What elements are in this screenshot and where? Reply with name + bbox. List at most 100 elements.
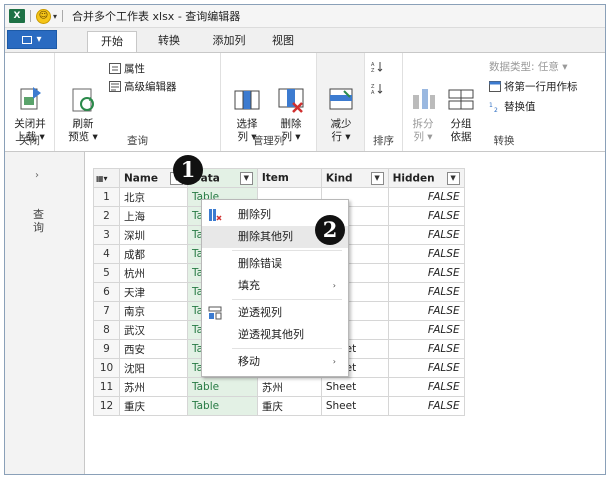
hidden-cell[interactable]: FALSE: [387, 206, 465, 226]
unpivot-icon: [208, 306, 222, 320]
name-cell[interactable]: 武汉: [119, 320, 188, 340]
name-cell[interactable]: 深圳: [119, 225, 188, 245]
remove-columns-button[interactable]: 删除 列 ▾: [271, 59, 311, 144]
advanced-editor-icon: [109, 81, 121, 92]
sort-ascending-button[interactable]: AZ: [371, 61, 386, 74]
reduce-rows-button[interactable]: 减少 行 ▾: [321, 59, 361, 144]
data-type-label: 数据类型: 任意 ▾: [489, 61, 568, 73]
menu-label: 移动: [238, 355, 260, 368]
menu-item-fill[interactable]: 填充 ›: [202, 275, 348, 297]
menu-label: 删除列: [238, 208, 271, 221]
smiley-feedback-icon[interactable]: ☺: [36, 8, 51, 24]
row-number-cell[interactable]: 9: [93, 339, 120, 359]
hidden-cell[interactable]: FALSE: [387, 301, 465, 321]
hidden-cell[interactable]: FALSE: [387, 339, 465, 359]
use-first-row-button[interactable]: 将第一行用作标: [489, 79, 578, 94]
column-header-item[interactable]: Item: [256, 168, 322, 188]
row-number-cell[interactable]: 6: [93, 282, 120, 302]
row-number-cell[interactable]: 12: [93, 396, 120, 416]
tab-view[interactable]: 视图: [263, 31, 303, 52]
row-number-cell[interactable]: 10: [93, 358, 120, 378]
hidden-cell[interactable]: FALSE: [387, 263, 465, 283]
close-and-load-button[interactable]: 关闭并 上载 ▾: [7, 59, 53, 144]
column-header-kind[interactable]: Kind ▼: [320, 168, 389, 188]
query-editor-window: X ☺ ▾ 合并多个工作表 xlsx - 查询编辑器 ▾ 开始 转换 添加列 视…: [4, 4, 606, 475]
name-cell[interactable]: 北京: [119, 187, 188, 207]
item-cell[interactable]: 重庆: [256, 396, 322, 416]
hidden-cell[interactable]: FALSE: [387, 225, 465, 245]
tab-add-column[interactable]: 添加列: [201, 31, 257, 52]
data-type-dropdown[interactable]: 数据类型: 任意 ▾: [489, 59, 567, 74]
name-cell[interactable]: 苏州: [119, 377, 188, 397]
row-number-cell[interactable]: 1: [93, 187, 120, 207]
name-cell[interactable]: 成都: [119, 244, 188, 264]
row-number-cell[interactable]: 7: [93, 301, 120, 321]
replace-values-button[interactable]: 12 替换值: [489, 99, 536, 114]
name-cell[interactable]: 杭州: [119, 263, 188, 283]
table-row[interactable]: 12 重庆 Table 重庆 Sheet FALSE: [93, 396, 465, 416]
group-query: 刷新 预览 ▾ 属性 高级编辑器 查询: [55, 53, 221, 151]
group-transform-label: 转换: [493, 135, 515, 147]
group-by-button[interactable]: 分组 依据: [443, 59, 479, 144]
group-by-icon: [446, 72, 476, 110]
kind-cell[interactable]: Sheet: [320, 377, 389, 397]
name-cell[interactable]: 南京: [119, 301, 188, 321]
name-cell[interactable]: 西安: [119, 339, 188, 359]
name-cell[interactable]: 天津: [119, 282, 188, 302]
row-number-cell[interactable]: 11: [93, 377, 120, 397]
row-number-cell[interactable]: 8: [93, 320, 120, 340]
refresh-preview-button[interactable]: 刷新 预览 ▾: [63, 59, 103, 144]
advanced-editor-button[interactable]: 高级编辑器: [109, 79, 177, 94]
column-header-hidden[interactable]: Hidden ▼: [387, 168, 465, 188]
tab-transform[interactable]: 转换: [147, 31, 191, 52]
menu-item-unpivot-other-columns[interactable]: 逆透视其他列: [202, 324, 348, 346]
sort-descending-button[interactable]: ZA: [371, 83, 386, 96]
file-tab[interactable]: ▾: [7, 30, 57, 49]
hidden-cell[interactable]: FALSE: [387, 187, 465, 207]
filter-dropdown-icon[interactable]: ▼: [370, 171, 384, 185]
group-manage-columns: 选择 列 ▾ 删除 列 ▾ 管理列: [221, 53, 317, 151]
name-cell[interactable]: 上海: [119, 206, 188, 226]
kind-cell[interactable]: Sheet: [320, 396, 389, 416]
group-reduce-rows: 减少 行 ▾: [317, 53, 365, 151]
menu-item-remove-errors[interactable]: 删除错误: [202, 253, 348, 275]
queries-pane: › 查询: [5, 152, 85, 474]
step-badge-two: 2: [315, 215, 345, 245]
tab-home[interactable]: 开始: [87, 31, 137, 52]
choose-columns-button[interactable]: 选择 列 ▾: [227, 59, 267, 144]
menu-item-unpivot-columns[interactable]: 逆透视列: [202, 302, 348, 324]
hidden-cell[interactable]: FALSE: [387, 320, 465, 340]
item-cell[interactable]: 苏州: [256, 377, 322, 397]
queries-pane-label: 查询: [33, 208, 44, 234]
title-bar: X ☺ ▾ 合并多个工作表 xlsx - 查询编辑器: [5, 5, 605, 28]
group-close: 关闭并 上载 ▾ 关闭: [5, 53, 55, 151]
name-cell[interactable]: 沈阳: [119, 358, 188, 378]
split-column-button[interactable]: 拆分 列 ▾: [405, 59, 441, 144]
row-number-cell[interactable]: 4: [93, 244, 120, 264]
filter-dropdown-icon[interactable]: ▼: [239, 171, 253, 185]
table-type-icon[interactable]: ▦▾: [96, 174, 108, 183]
hidden-cell[interactable]: FALSE: [387, 358, 465, 378]
data-cell[interactable]: Table: [186, 377, 258, 397]
data-cell[interactable]: Table: [186, 396, 258, 416]
table-row[interactable]: 11 苏州 Table 苏州 Sheet FALSE: [93, 377, 465, 397]
properties-button[interactable]: 属性: [109, 61, 145, 76]
grid-corner-cell[interactable]: ▦▾: [93, 168, 120, 188]
expand-chevron-icon[interactable]: ›: [35, 170, 39, 181]
hidden-cell[interactable]: FALSE: [387, 396, 465, 416]
name-cell[interactable]: 重庆: [119, 396, 188, 416]
menu-item-move[interactable]: 移动 ›: [202, 351, 348, 373]
row-number-cell[interactable]: 5: [93, 263, 120, 283]
filter-dropdown-icon[interactable]: ▼: [446, 171, 460, 185]
qat-dropdown-icon[interactable]: ▾: [53, 12, 57, 21]
row-number-cell[interactable]: 3: [93, 225, 120, 245]
reduce-rows-icon: [326, 72, 356, 110]
advanced-editor-label: 高级编辑器: [124, 81, 177, 93]
submenu-arrow-icon: ›: [332, 281, 336, 290]
hidden-cell[interactable]: FALSE: [387, 282, 465, 302]
hidden-cell[interactable]: FALSE: [387, 377, 465, 397]
group-sort-label: 排序: [373, 135, 394, 147]
row-number-cell[interactable]: 2: [93, 206, 120, 226]
hidden-cell[interactable]: FALSE: [387, 244, 465, 264]
submenu-arrow-icon: ›: [332, 357, 336, 366]
